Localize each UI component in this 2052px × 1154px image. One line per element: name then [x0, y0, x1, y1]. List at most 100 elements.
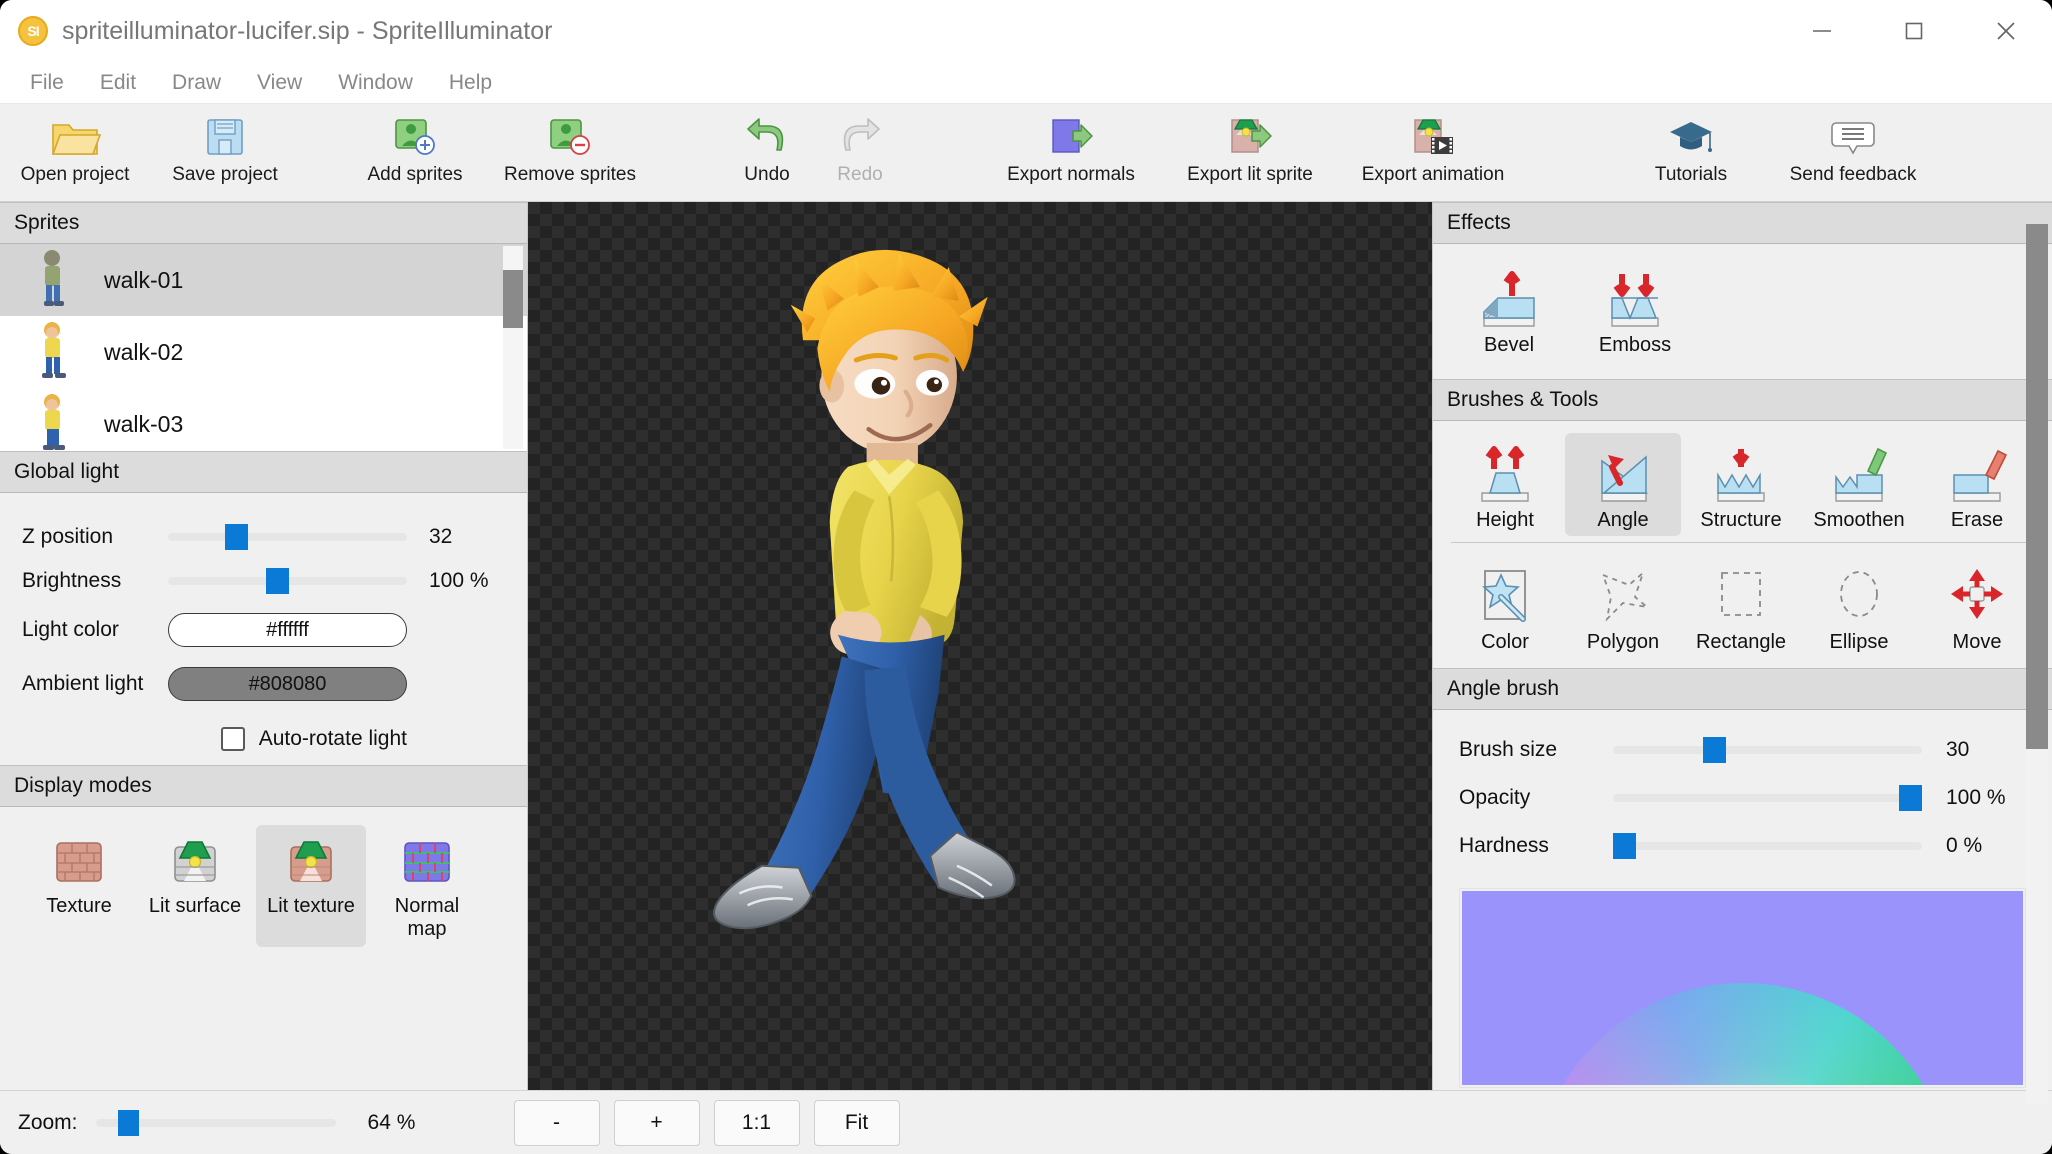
- sprite-canvas[interactable]: [528, 202, 1432, 1090]
- menu-item-file[interactable]: File: [12, 67, 82, 99]
- tool-angle[interactable]: Angle: [1565, 433, 1681, 536]
- sprite-list-scrollbar[interactable]: [503, 246, 523, 449]
- display-mode-lit-surface-label: Lit surface: [149, 895, 241, 918]
- z-position-slider[interactable]: [168, 533, 407, 541]
- hardness-slider-knob[interactable]: [1613, 833, 1636, 859]
- effect-emboss[interactable]: Emboss: [1577, 258, 1693, 361]
- export-normals-button[interactable]: Export normals: [982, 104, 1160, 198]
- zoom-slider-knob[interactable]: [118, 1110, 139, 1136]
- zoom-actual-size-button[interactable]: 1:1: [714, 1100, 800, 1146]
- brush-size-slider[interactable]: [1613, 746, 1922, 754]
- display-mode-normal-map[interactable]: Normal map: [372, 825, 482, 947]
- sprite-list-scroll-thumb[interactable]: [503, 270, 523, 328]
- display-mode-texture[interactable]: Texture: [24, 825, 134, 947]
- zoom-label: Zoom:: [18, 1111, 78, 1135]
- remove-sprites-button[interactable]: Remove sprites: [490, 104, 650, 198]
- list-item[interactable]: walk-02: [0, 316, 527, 388]
- menu-bar: File Edit Draw View Window Help: [0, 62, 2052, 104]
- zoom-fit-button[interactable]: Fit: [814, 1100, 900, 1146]
- menu-item-view[interactable]: View: [239, 67, 320, 99]
- zoom-out-button[interactable]: -: [514, 1100, 600, 1146]
- sprite-render: [528, 202, 1432, 1090]
- brightness-slider[interactable]: [168, 577, 407, 585]
- list-item[interactable]: walk-03: [0, 388, 527, 451]
- display-mode-lit-texture[interactable]: Lit texture: [256, 825, 366, 947]
- export-lit-sprite-label: Export lit sprite: [1187, 164, 1313, 186]
- effect-bevel[interactable]: Bevel: [1451, 258, 1567, 361]
- open-project-button[interactable]: Open project: [0, 104, 150, 198]
- zoom-in-button[interactable]: +: [614, 1100, 700, 1146]
- tool-move-label: Move: [1953, 631, 2002, 654]
- tool-erase[interactable]: Erase: [1919, 433, 2035, 536]
- sprite-thumbnail-icon: [32, 321, 74, 383]
- minimize-icon[interactable]: [1776, 0, 1868, 62]
- opacity-value: 100 %: [1928, 786, 2026, 810]
- menu-item-draw[interactable]: Draw: [154, 67, 239, 99]
- zoom-slider[interactable]: [96, 1119, 336, 1127]
- display-mode-lit-surface[interactable]: Lit surface: [140, 825, 250, 947]
- tool-smoothen[interactable]: Smoothen: [1801, 433, 1917, 536]
- opacity-label: Opacity: [1459, 786, 1607, 810]
- sprite-thumbnail-icon: [32, 249, 74, 311]
- list-item[interactable]: walk-01: [0, 244, 527, 316]
- bevel-icon: [1478, 266, 1540, 328]
- smoothen-brush-icon: [1828, 441, 1890, 503]
- export-lit-sprite-icon: [1226, 112, 1274, 162]
- redo-button[interactable]: Redo: [806, 104, 914, 198]
- title-bar: SI spriteilluminator-lucifer.sip - Sprit…: [0, 0, 2052, 62]
- right-panel-scroll-thumb[interactable]: [2026, 224, 2048, 749]
- tool-smoothen-label: Smoothen: [1813, 509, 1904, 532]
- display-modes-grid: Texture: [0, 807, 527, 947]
- export-lit-sprite-button[interactable]: Export lit sprite: [1160, 104, 1340, 198]
- angle-brush-section-header: Angle brush: [1433, 668, 2052, 710]
- sprites-section-header: Sprites: [0, 202, 527, 244]
- send-feedback-button[interactable]: Send feedback: [1760, 104, 1946, 198]
- tool-color-label: Color: [1481, 631, 1529, 654]
- remove-sprite-icon: [547, 112, 593, 162]
- light-color-label: Light color: [22, 618, 162, 642]
- menu-item-help[interactable]: Help: [431, 67, 510, 99]
- tool-structure[interactable]: Structure: [1683, 433, 1799, 536]
- z-position-slider-knob[interactable]: [225, 524, 248, 550]
- ambient-light-swatch-button[interactable]: #808080: [168, 667, 407, 701]
- menu-item-edit[interactable]: Edit: [82, 67, 154, 99]
- brushes-row-1: Height Angle: [1433, 421, 2052, 542]
- export-animation-label: Export animation: [1362, 164, 1505, 186]
- export-normals-label: Export normals: [1007, 164, 1135, 186]
- tool-rectangle[interactable]: Rectangle: [1683, 555, 1799, 658]
- sprite-list[interactable]: walk-01 walk-02: [0, 244, 527, 451]
- tool-height[interactable]: Height: [1447, 433, 1563, 536]
- brick-texture-icon: [52, 835, 106, 889]
- floppy-disk-icon: [203, 112, 247, 162]
- close-icon[interactable]: [1960, 0, 2052, 62]
- tool-erase-label: Erase: [1951, 509, 2003, 532]
- opacity-slider-knob[interactable]: [1899, 785, 1922, 811]
- add-sprites-button[interactable]: Add sprites: [340, 104, 490, 198]
- folder-open-icon: [49, 112, 101, 162]
- brightness-slider-knob[interactable]: [266, 568, 289, 594]
- light-color-row: Light color #ffffff: [0, 603, 527, 657]
- tool-height-label: Height: [1476, 509, 1534, 532]
- opacity-slider[interactable]: [1613, 794, 1922, 802]
- menu-item-window[interactable]: Window: [320, 67, 431, 99]
- auto-rotate-light-checkbox[interactable]: [221, 727, 245, 751]
- export-animation-button[interactable]: Export animation: [1340, 104, 1526, 198]
- tool-move[interactable]: Move: [1919, 555, 2035, 658]
- tool-polygon[interactable]: Polygon: [1565, 555, 1681, 658]
- effects-grid: Bevel Emboss: [1433, 244, 2052, 379]
- tool-color[interactable]: Color: [1447, 555, 1563, 658]
- status-bar: Zoom: 64 % - + 1:1 Fit: [0, 1090, 2052, 1154]
- maximize-icon[interactable]: [1868, 0, 1960, 62]
- hardness-slider[interactable]: [1613, 842, 1922, 850]
- brush-size-slider-knob[interactable]: [1703, 737, 1726, 763]
- save-project-button[interactable]: Save project: [150, 104, 300, 198]
- tool-ellipse[interactable]: Ellipse: [1801, 555, 1917, 658]
- sprite-thumbnail-icon: [32, 393, 74, 451]
- undo-button[interactable]: Undo: [728, 104, 806, 198]
- tutorials-button[interactable]: Tutorials: [1622, 104, 1760, 198]
- app-logo-icon: SI: [18, 16, 48, 46]
- brushes-row-2: Color Polygon Rect: [1433, 543, 2052, 668]
- light-color-swatch-button[interactable]: #ffffff: [168, 613, 407, 647]
- auto-rotate-light-row[interactable]: Auto-rotate light: [0, 711, 527, 751]
- right-panel-scrollbar[interactable]: [2026, 224, 2048, 1104]
